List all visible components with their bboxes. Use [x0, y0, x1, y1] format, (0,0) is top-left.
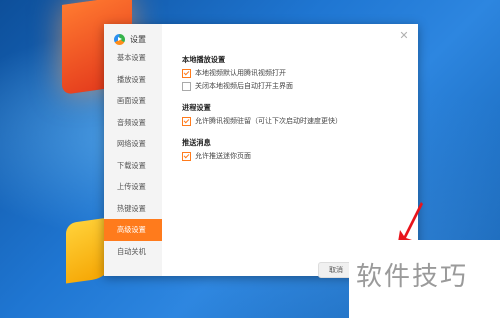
option-row[interactable]: 允许推送迷你页面	[182, 150, 408, 162]
settings-section: 本地播放设置本地视频默认用腾讯视频打开 关闭本地视频后自动打开主界面	[182, 54, 408, 92]
tencent-video-logo-icon	[114, 33, 125, 45]
checkbox[interactable]	[182, 81, 191, 91]
sidebar-item[interactable]: 网络设置	[104, 133, 162, 155]
sidebar-item[interactable]: 上传设置	[104, 176, 162, 198]
sidebar-item[interactable]: 下载设置	[104, 155, 162, 177]
option-label: 本地视频默认用腾讯视频打开	[195, 69, 286, 77]
settings-section: 推送消息允许推送迷你页面	[182, 137, 408, 162]
settings-menu: 基本设置 播放设置 画面设置 音频设置 网络设置 下载设置 上传设置 热键设置 高级设置 自动关机	[104, 47, 162, 262]
sidebar-item[interactable]: 播放设置	[104, 69, 162, 91]
option-row[interactable]: 关闭本地视频后自动打开主界面	[182, 80, 408, 92]
section-title: 推送消息	[182, 138, 211, 147]
sidebar-item[interactable]: 画面设置	[104, 90, 162, 112]
settings-section: 进程设置允许腾讯视频驻留（可让下次启动时速度更快）	[182, 102, 408, 127]
watermark-text: 软件技巧	[356, 262, 469, 292]
option-label: 关闭本地视频后自动打开主界面	[195, 82, 293, 90]
sidebar-item[interactable]: 高级设置	[104, 219, 162, 241]
settings-sidebar: 设置 基本设置 播放设置 画面设置 音频设置 网络设置 下载设置 上传设置 热键设置 高级设置自…	[104, 24, 162, 276]
sidebar-item[interactable]: 热键设置	[104, 198, 162, 220]
dialog-header: 设置	[114, 30, 146, 48]
option-row[interactable]: 本地视频默认用腾讯视频打开	[182, 67, 408, 79]
checkbox[interactable]	[182, 68, 191, 78]
option-label: 允许腾讯视频驻留（可让下次启动时速度更快）	[195, 117, 342, 125]
settings-dialog: 设置 基本设置 播放设置 画面设置 音频设置 网络设置 下载设置 上传设置 热键设置 高级设置自…	[104, 24, 418, 278]
sidebar-item[interactable]: 基本设置	[104, 47, 162, 69]
option-label: 允许推送迷你页面	[195, 152, 251, 160]
section-title: 本地播放设置	[182, 55, 226, 64]
section-title: 进程设置	[182, 103, 211, 112]
checkbox[interactable]	[182, 151, 191, 161]
settings-content: 本地播放设置本地视频默认用腾讯视频打开 关闭本地视频后自动打开主界面进程设置允许腾…	[182, 54, 408, 172]
close-icon[interactable]: ✕	[398, 30, 410, 42]
dialog-title: 设置	[130, 34, 146, 44]
checkbox[interactable]	[182, 116, 191, 126]
option-row[interactable]: 允许腾讯视频驻留（可让下次启动时速度更快）	[182, 115, 408, 127]
sidebar-item[interactable]: 自动关机	[104, 241, 162, 263]
sidebar-item[interactable]: 音频设置	[104, 112, 162, 134]
